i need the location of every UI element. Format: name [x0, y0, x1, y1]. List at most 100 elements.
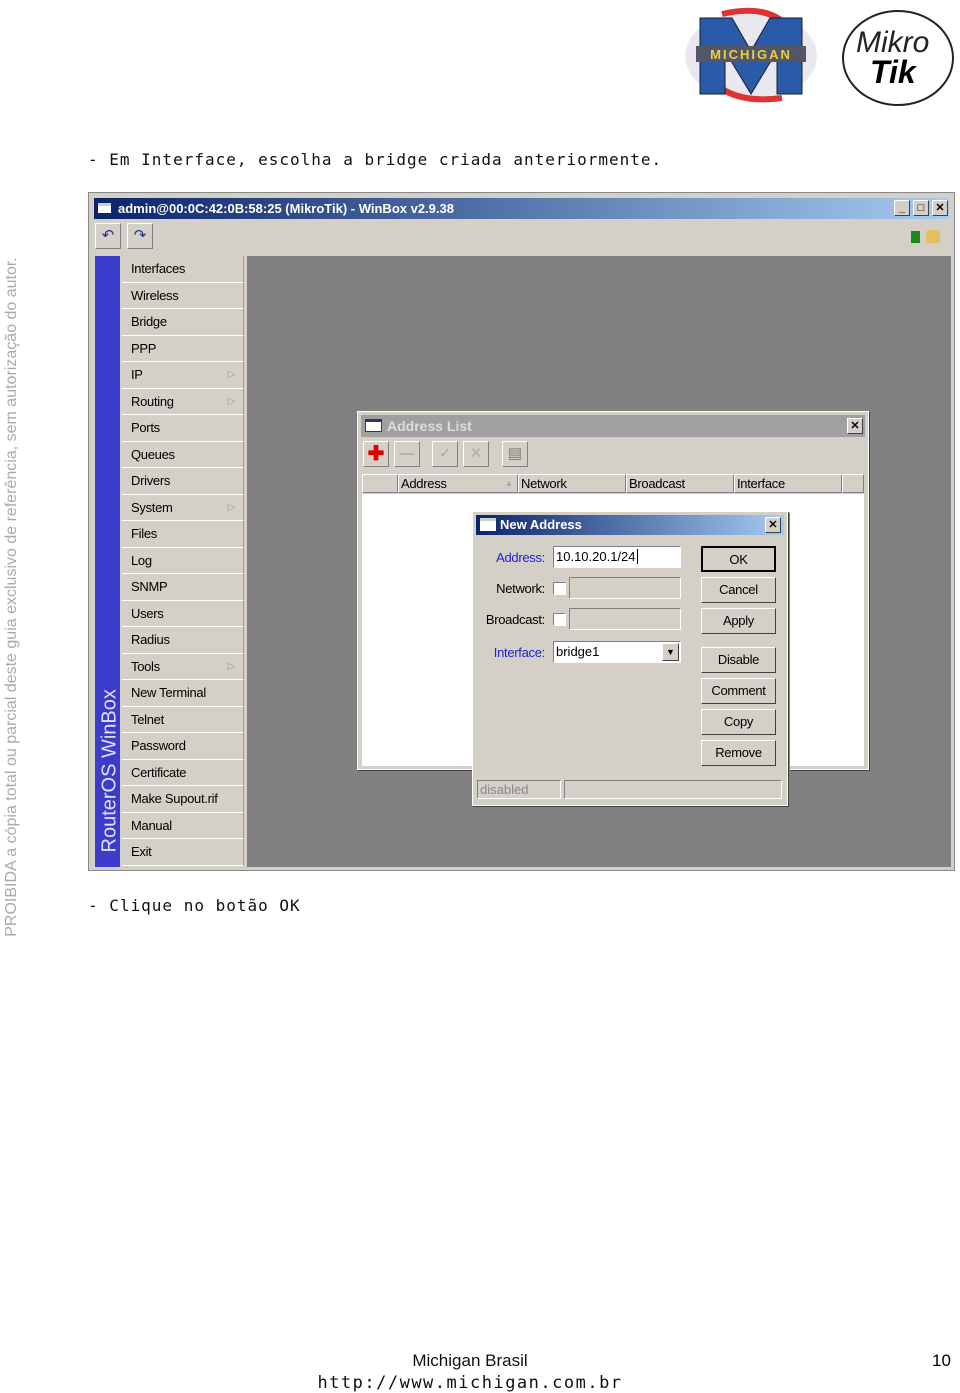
- submenu-arrow-icon: ▷: [227, 395, 236, 407]
- menu-item-label: Make Supout.rif: [131, 791, 218, 806]
- menu-item-tools[interactable]: Tools ▷: [122, 653, 244, 680]
- routeros-brand-strip: RouterOS WinBox: [95, 256, 121, 867]
- network-input[interactable]: [569, 577, 681, 599]
- lock-icon: [926, 230, 940, 243]
- brand-text: RouterOS WinBox: [98, 689, 121, 853]
- menu-item-label: Users: [131, 605, 164, 621]
- remove-button[interactable]: —: [394, 441, 420, 467]
- ok-button[interactable]: OK: [701, 546, 776, 572]
- menu-item-ports[interactable]: Ports: [122, 415, 244, 442]
- remove-button[interactable]: Remove: [701, 740, 776, 766]
- document-page: PROIBIDA a cópia total ou parcial deste …: [0, 0, 960, 1393]
- comment-button[interactable]: Comment: [701, 678, 776, 704]
- instruction-text: - Clique no botão OK: [88, 896, 301, 915]
- disable-button[interactable]: Disable: [701, 647, 776, 673]
- winbox-titlebar: admin@00:0C:42:0B:58:25 (MikroTik) - Win…: [94, 198, 949, 219]
- menu-item-bridge[interactable]: Bridge: [122, 309, 244, 336]
- maximize-button[interactable]: □: [913, 200, 929, 216]
- add-button[interactable]: ✚: [363, 441, 389, 467]
- menu-item-interfaces[interactable]: Interfaces: [122, 256, 244, 283]
- broadcast-input[interactable]: [569, 608, 681, 630]
- copyright-watermark: PROIBIDA a cópia total ou parcial deste …: [3, 257, 20, 937]
- menu-item-label: Certificate: [131, 764, 187, 780]
- connection-status-icon: [911, 231, 920, 243]
- redo-button[interactable]: ↷: [127, 223, 153, 249]
- menu-item-telnet[interactable]: Telnet: [122, 706, 244, 733]
- menu-item-queues[interactable]: Queues: [122, 441, 244, 468]
- menu-item-snmp[interactable]: SNMP: [122, 574, 244, 601]
- menu-item-ppp[interactable]: PPP: [122, 335, 244, 362]
- network-label: Network:: [496, 581, 545, 596]
- menu-item-files[interactable]: Files: [122, 521, 244, 548]
- disable-button[interactable]: ✕: [463, 441, 489, 467]
- interface-value: bridge1: [556, 644, 600, 659]
- menu-item-routing[interactable]: Routing ▷: [122, 388, 244, 415]
- column-header-blank[interactable]: [362, 474, 398, 493]
- menu-item-ip[interactable]: IP ▷: [122, 362, 244, 389]
- broadcast-checkbox[interactable]: [553, 613, 566, 626]
- close-button[interactable]: ✕: [765, 517, 781, 533]
- footer-url[interactable]: http://www.michigan.com.br: [0, 1373, 940, 1393]
- close-button[interactable]: ✕: [847, 418, 863, 434]
- column-header-end[interactable]: [842, 474, 864, 493]
- address-list-title: Address List: [387, 418, 472, 434]
- menu-item-label: Tools: [131, 658, 160, 674]
- svg-text:MICHIGAN: MICHIGAN: [710, 47, 792, 62]
- menu-item-label: Queues: [131, 446, 175, 462]
- menu-item-label: New Terminal: [131, 685, 206, 700]
- menu-item-password[interactable]: Password: [122, 733, 244, 760]
- menu-item-label: Files: [131, 526, 157, 541]
- menu-item-label: Telnet: [131, 711, 164, 727]
- window-icon: [365, 419, 382, 432]
- apply-button[interactable]: Apply: [701, 608, 776, 634]
- main-menu: Interfaces Wireless Bridge PPP IP ▷ Routing ▷ Po…: [122, 256, 244, 866]
- menu-item-label: Bridge: [131, 314, 167, 329]
- menu-item-drivers[interactable]: Drivers: [122, 468, 244, 495]
- minimize-button[interactable]: _: [894, 200, 910, 216]
- menu-item-new-terminal[interactable]: New Terminal: [122, 680, 244, 707]
- menu-item-make-supout-rif[interactable]: Make Supout.rif: [122, 786, 244, 813]
- cancel-button[interactable]: Cancel: [701, 577, 776, 603]
- menu-item-exit[interactable]: Exit: [122, 839, 244, 866]
- submenu-arrow-icon: ▷: [227, 501, 236, 513]
- menu-item-label: Interfaces: [131, 261, 186, 276]
- menu-item-label: Wireless: [131, 287, 179, 303]
- window-icon: [480, 518, 496, 531]
- menu-item-users[interactable]: Users: [122, 600, 244, 627]
- interface-select[interactable]: bridge1 ▼: [553, 641, 681, 663]
- column-header-address[interactable]: Address ▲: [398, 474, 518, 493]
- address-input[interactable]: 10.10.20.1/24: [553, 546, 681, 568]
- window-icon: [98, 203, 111, 213]
- menu-item-label: Log: [131, 552, 152, 568]
- sort-ascending-icon: ▲: [504, 478, 513, 488]
- comment-button[interactable]: ▤: [502, 441, 528, 467]
- chevron-down-icon[interactable]: ▼: [662, 643, 679, 661]
- menu-item-label: SNMP: [131, 579, 168, 594]
- menu-item-wireless[interactable]: Wireless: [122, 282, 244, 309]
- copy-button[interactable]: Copy: [701, 709, 776, 735]
- close-button[interactable]: ✕: [932, 200, 948, 216]
- michigan-logo: MICHIGAN: [685, 7, 817, 103]
- winbox-window: admin@00:0C:42:0B:58:25 (MikroTik) - Win…: [88, 192, 955, 871]
- dialog-title: New Address: [500, 517, 582, 532]
- page-number: 10: [932, 1351, 951, 1370]
- menu-item-certificate[interactable]: Certificate: [122, 759, 244, 786]
- column-header-network[interactable]: Network: [518, 474, 626, 493]
- text-cursor: [636, 549, 638, 564]
- menu-item-label: Password: [131, 738, 186, 753]
- menu-item-radius[interactable]: Radius: [122, 627, 244, 654]
- menu-item-manual[interactable]: Manual: [122, 812, 244, 839]
- network-checkbox[interactable]: [553, 582, 566, 595]
- new-address-titlebar: New Address ✕: [476, 515, 784, 535]
- menu-item-label: Ports: [131, 420, 160, 435]
- menu-item-system[interactable]: System ▷: [122, 494, 244, 521]
- undo-button[interactable]: ↶: [95, 223, 121, 249]
- menu-item-log[interactable]: Log: [122, 547, 244, 574]
- footer-company: Michigan Brasil: [412, 1351, 528, 1370]
- column-header-interface[interactable]: Interface: [734, 474, 842, 493]
- column-header-broadcast[interactable]: Broadcast: [626, 474, 734, 493]
- menu-item-label: PPP: [131, 340, 157, 356]
- menu-item-label: Drivers: [131, 473, 171, 488]
- broadcast-label: Broadcast:: [485, 612, 545, 627]
- enable-button[interactable]: ✓: [432, 441, 458, 467]
